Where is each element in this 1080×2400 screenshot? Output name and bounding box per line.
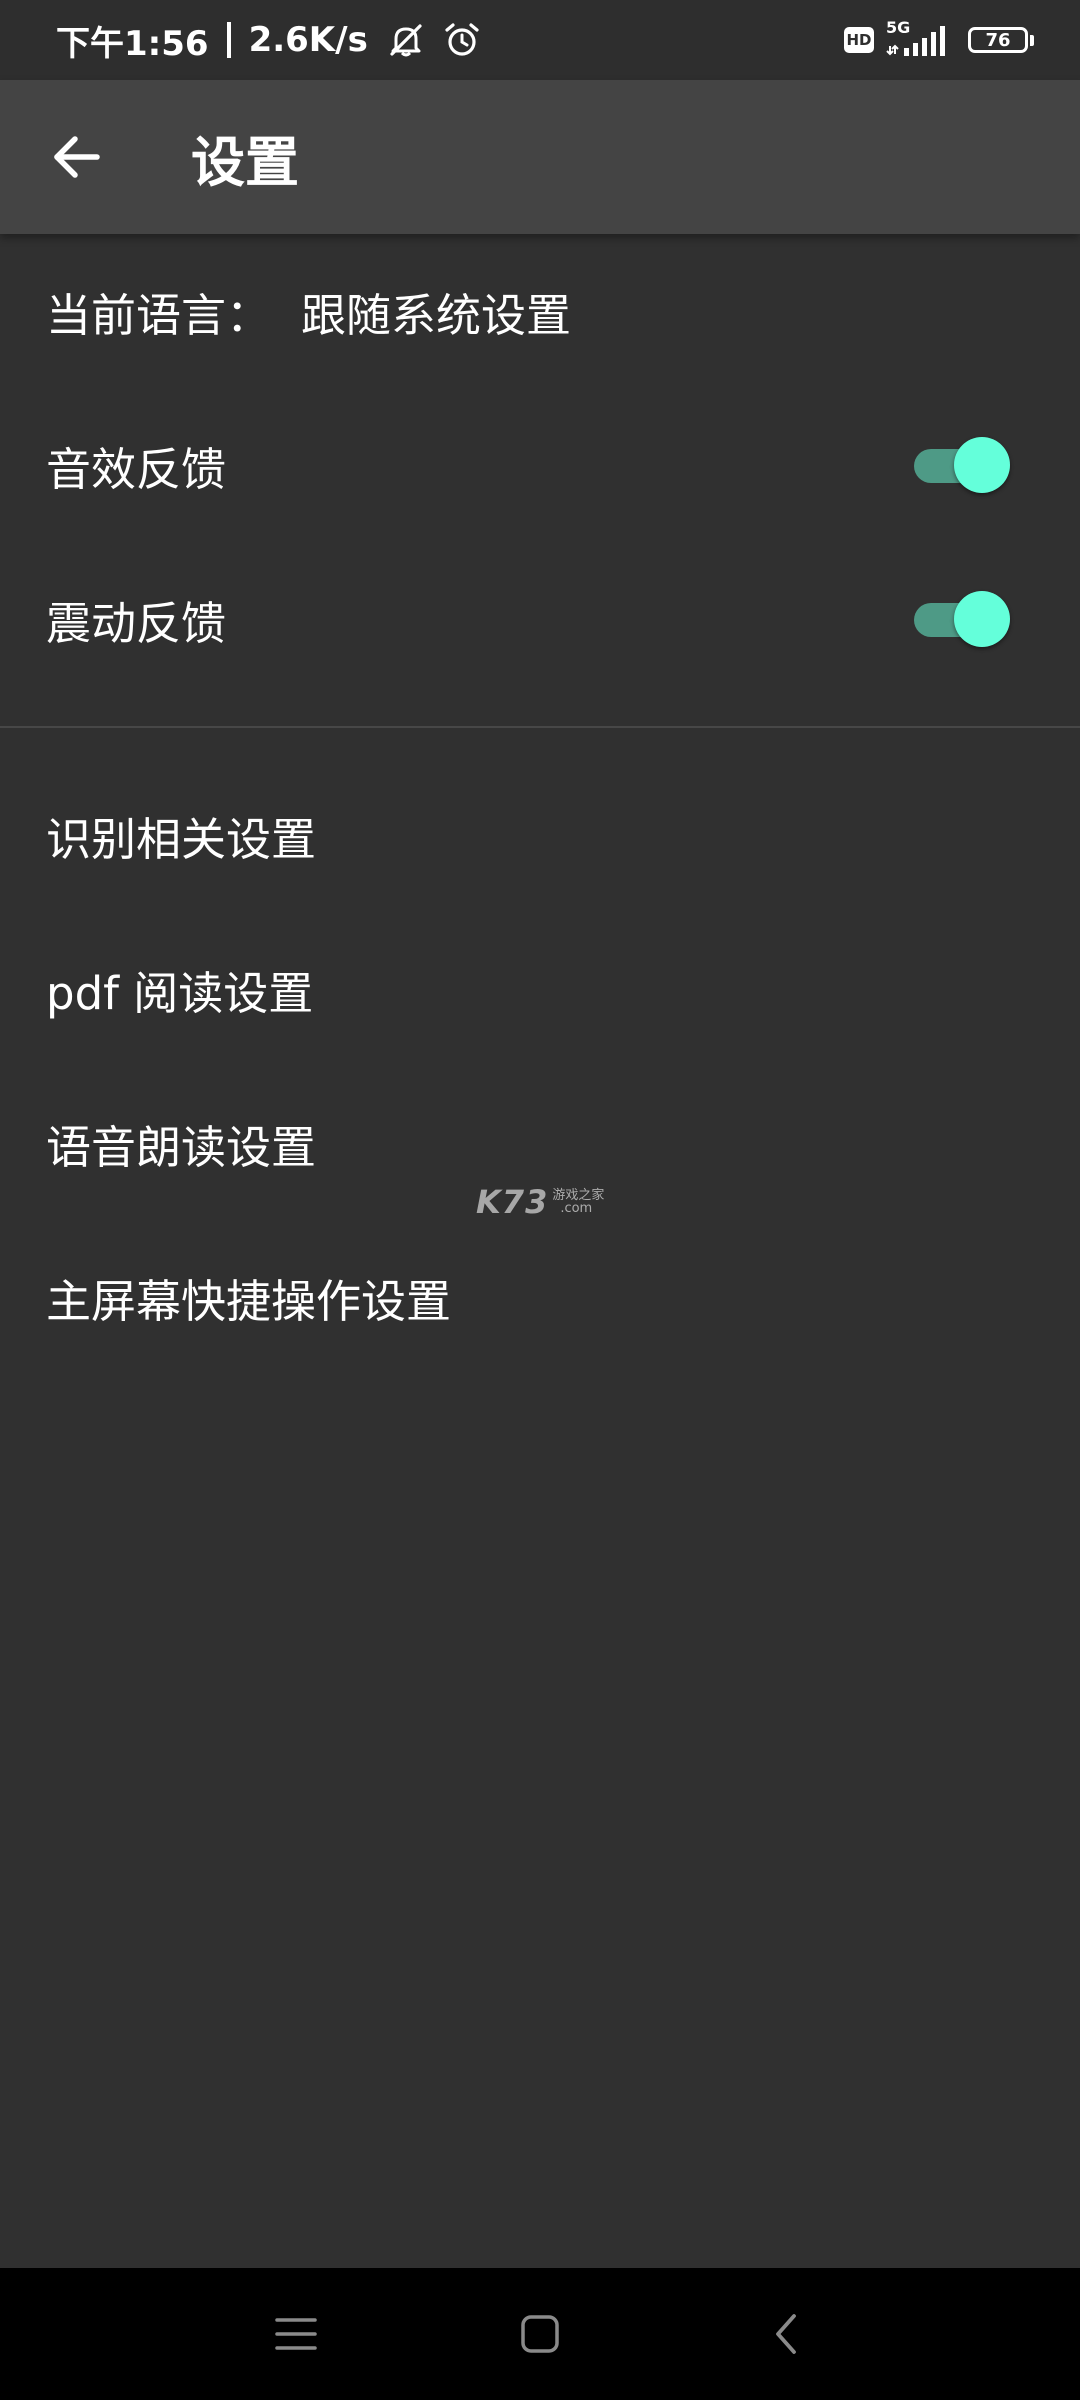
vibration-feedback-row[interactable]: 震动反馈 (0, 542, 1080, 696)
watermark-main: K73 (476, 1183, 549, 1221)
status-time: 下午1:56 (56, 23, 209, 64)
navigation-bar (0, 2268, 1080, 2400)
alarm-icon (442, 20, 482, 60)
battery-icon: 76 (968, 27, 1034, 53)
status-right: HD 5G 76 (844, 18, 1034, 60)
watermark-logo: K73 游戏之家 .com (476, 1183, 604, 1221)
battery-level: 76 (968, 27, 1028, 53)
back-nav-button[interactable] (756, 2304, 816, 2364)
pdf-reading-settings-row[interactable]: pdf 阅读设置 (0, 912, 1080, 1066)
signal-icon: 5G (886, 18, 956, 60)
battery-cap (1030, 34, 1034, 46)
home-shortcut-settings-row[interactable]: 主屏幕快捷操作设置 (0, 1220, 1080, 1374)
recognition-settings-label: 识别相关设置 (46, 812, 317, 866)
sound-feedback-row[interactable]: 音效反馈 (0, 388, 1080, 542)
status-separator (226, 22, 231, 58)
language-value: 跟随系统设置 (301, 288, 572, 342)
voice-reading-settings-label: 语音朗读设置 (46, 1120, 317, 1174)
switch-thumb (954, 591, 1010, 647)
language-label: 当前语言： (46, 288, 272, 342)
recognition-settings-row[interactable]: 识别相关设置 (0, 758, 1080, 912)
hd-icon: HD (844, 27, 874, 53)
watermark-side: 游戏之家 .com (552, 1189, 604, 1215)
settings-screen: 下午1:56 2.6K/s HD 5G 76 设置 当前语言： 跟随系统设置 音… (0, 0, 1080, 2400)
recent-apps-button[interactable] (266, 2304, 326, 2364)
sound-feedback-toggle[interactable] (914, 437, 1010, 493)
vibration-feedback-label: 震动反馈 (46, 596, 227, 650)
sound-feedback-label: 音效反馈 (46, 442, 227, 496)
language-row[interactable]: 当前语言： 跟随系统设置 (0, 234, 1080, 388)
toolbar: 设置 (0, 80, 1080, 234)
section-divider (0, 726, 1080, 728)
status-network-speed: 2.6K/s (248, 20, 368, 60)
home-shortcut-settings-label: 主屏幕快捷操作设置 (46, 1274, 452, 1328)
arrow-left-icon (49, 130, 103, 184)
mute-icon (386, 20, 426, 60)
menu-icon (274, 2314, 318, 2354)
back-icon (770, 2312, 802, 2356)
page-title: 设置 (191, 130, 299, 194)
back-button[interactable] (31, 112, 121, 202)
vibration-feedback-toggle[interactable] (914, 591, 1010, 647)
status-left: 下午1:56 2.6K/s (56, 16, 482, 65)
status-bar: 下午1:56 2.6K/s HD 5G 76 (0, 0, 1080, 80)
home-icon (519, 2313, 561, 2355)
pdf-reading-settings-label: pdf 阅读设置 (46, 966, 314, 1020)
home-button[interactable] (510, 2304, 570, 2364)
switch-thumb (954, 437, 1010, 493)
watermark-com: .com (560, 1201, 593, 1216)
